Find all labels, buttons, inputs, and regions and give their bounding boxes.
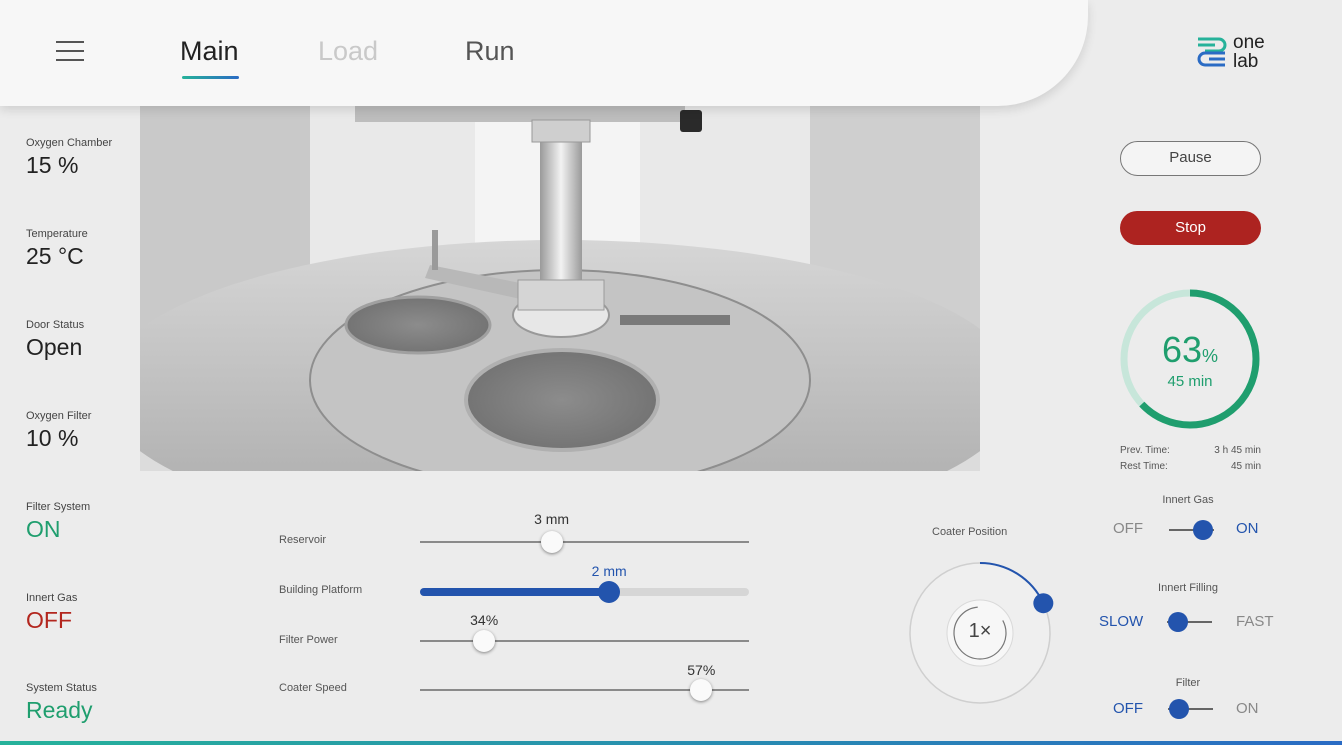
toggle-option-slow[interactable]: SLOW [1099,613,1143,630]
slider-value-coater-speed: 57% [687,662,716,678]
stat-oxygen-chamber: Oxygen Chamber 15 % [26,137,112,179]
stop-button[interactable]: Stop [1120,211,1261,245]
slider-thumb-reservoir[interactable] [540,531,563,553]
tab-run[interactable]: Run [465,36,515,67]
prev-time-value: 3 h 45 min [1214,445,1261,456]
stat-label: Oxygen Filter [26,410,92,422]
slider-thumb-coater-speed[interactable] [690,679,713,701]
slider-thumb-building-platform[interactable] [598,581,621,603]
stat-value: 25 °C [26,243,84,269]
stat-value: ON [26,516,61,542]
onelab-logo: one lab [1195,33,1275,73]
stat-temperature: Temperature 25 °C [26,228,88,270]
toggle-option-on[interactable]: ON [1236,700,1259,717]
slider-track-filter-power[interactable] [420,640,749,642]
toggle-option-off[interactable]: OFF [1113,520,1143,537]
stat-label: System Status [26,682,97,694]
stat-label: Filter System [26,501,91,513]
toggle-title-filter: Filter [1175,677,1201,689]
logo-mark-icon [1197,37,1227,67]
progress-percent-unit: % [1202,346,1219,366]
tab-load[interactable]: Load [318,36,378,67]
slider-value-filter-power: 34% [470,612,499,628]
progress-percent: 63% [1117,329,1263,371]
toggle-option-off[interactable]: OFF [1113,700,1143,717]
prev-time-label: Prev. Time: [1120,445,1170,456]
slider-track-reservoir[interactable] [420,541,749,543]
coater-speed-multiplier-button[interactable]: 1× [947,620,1013,643]
logo-text-one: one [1233,32,1265,53]
hamburger-menu-icon[interactable] [56,41,84,63]
active-tab-indicator [182,76,239,79]
stat-system-status: System Status Ready [26,682,97,724]
stat-filter-system: Filter System ON [26,501,90,543]
stat-label: Door Status [26,319,85,331]
slider-value-reservoir: 3 mm [534,511,570,527]
coater-position-label: Coater Position [932,526,1008,538]
stat-label: Temperature [26,228,88,240]
slider-label-building-platform: Building Platform [279,584,363,596]
toggle-option-on[interactable]: ON [1236,520,1259,537]
rest-time-value: 45 min [1230,461,1261,472]
slider-value-building-platform: 2 mm [591,563,627,579]
tab-main-label: Main [180,36,239,66]
stat-label: Innert Gas [26,592,78,604]
toggle-title-innert-filling: Innert Filling [1158,582,1218,594]
stat-door-status: Door Status Open [26,319,84,361]
progress-percent-value: 63 [1161,329,1203,370]
slider-thumb-filter-power[interactable] [473,630,496,652]
stat-value: Ready [26,697,93,723]
progress-time: 45 min [1167,373,1213,390]
slider-fill-building-platform [420,588,610,596]
pause-button[interactable]: Pause [1120,141,1261,176]
slider-label-filter-power: Filter Power [279,634,338,646]
stat-value: OFF [26,607,72,633]
stat-label: Oxygen Chamber [26,137,113,149]
bottom-accent-bar [0,741,1342,745]
stat-value: 15 % [26,152,79,178]
slider-label-coater-speed: Coater Speed [279,682,347,694]
stat-value: 10 % [26,425,79,451]
logo-text-lab: lab [1233,51,1259,72]
toggle-knob-innert-filling[interactable] [1168,612,1188,632]
slider-track-building-platform[interactable] [420,588,749,596]
slider-label-reservoir: Reservoir [279,534,327,546]
camera-view [140,60,980,471]
toggle-option-fast[interactable]: FAST [1236,613,1274,630]
coater-position-handle[interactable] [1033,593,1054,614]
toggle-title-innert-gas: Innert Gas [1162,494,1214,506]
stat-oxygen-filter: Oxygen Filter 10 % [26,410,91,452]
stat-value: Open [26,334,83,360]
chamber-illustration [140,60,980,471]
stat-innert-gas: Innert Gas OFF [26,592,77,634]
tab-main[interactable]: Main [180,36,239,79]
tab-load-label: Load [318,36,379,66]
toggle-knob-innert-gas[interactable] [1193,520,1213,540]
rest-time-label: Rest Time: [1120,461,1168,472]
tab-run-label: Run [465,36,515,66]
toggle-knob-filter[interactable] [1169,699,1189,719]
top-navigation-bar: Main Load Run [0,0,1088,106]
